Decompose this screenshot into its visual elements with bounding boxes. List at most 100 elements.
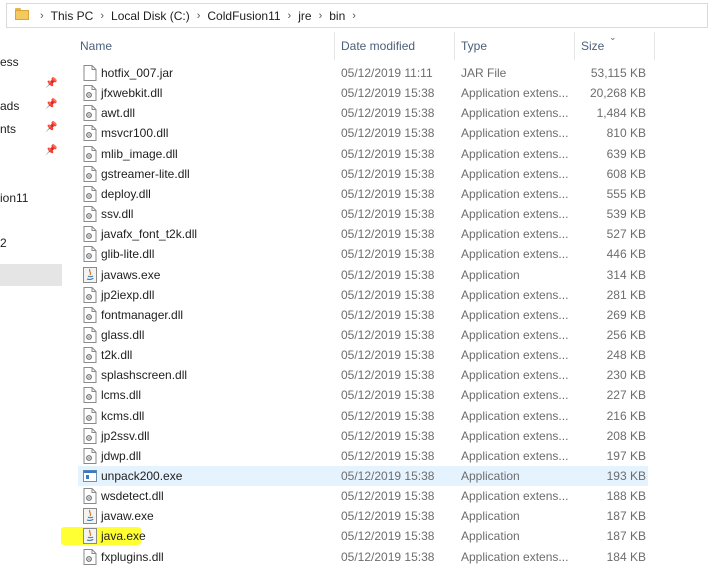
file-type: Application extens... (461, 408, 569, 423)
breadcrumb-this-pc[interactable]: This PC (51, 9, 94, 23)
nav-item[interactable]: 2 (0, 233, 62, 253)
file-type: Application (461, 529, 520, 544)
nav-item-selected[interactable] (0, 264, 62, 286)
file-date-modified: 05/12/2019 15:38 (341, 368, 435, 383)
column-header: Name Date modified Type Size ⌄ (62, 32, 710, 60)
file-row[interactable]: javaws.exe 05/12/2019 15:38 Application 314… (78, 265, 648, 285)
file-row[interactable]: splashscreen.dll 05/12/2019 15:38 Applicat… (78, 365, 648, 385)
nav-item-label: ess (0, 55, 19, 69)
dll-icon (83, 145, 97, 162)
file-row[interactable]: unpack200.exe 05/12/2019 15:38 Application… (78, 466, 648, 486)
dll-icon (83, 488, 97, 505)
file-name: javafx_font_t2k.dll (101, 227, 198, 242)
file-name: jdwp.dll (101, 448, 142, 463)
file-row[interactable]: jp2ssv.dll 05/12/2019 15:38 Application ex… (78, 426, 648, 446)
file-size: 269 KB (606, 307, 646, 322)
file-size: 446 KB (606, 247, 646, 262)
file-name: splashscreen.dll (101, 368, 188, 383)
chevron-right-icon[interactable]: › (345, 10, 363, 22)
file-date-modified: 05/12/2019 15:38 (341, 549, 435, 564)
file-type: Application extens... (461, 166, 569, 181)
file-row[interactable]: fxplugins.dll 05/12/2019 15:38 Application… (78, 547, 648, 567)
file-row[interactable]: lcms.dll 05/12/2019 15:38 Application exte… (78, 385, 648, 405)
file-name: mlib_image.dll (101, 146, 178, 161)
file-type: Application (461, 509, 520, 524)
file-type: Application extens... (461, 287, 569, 302)
column-date-modified[interactable]: Date modified (335, 32, 455, 60)
file-date-modified: 05/12/2019 15:38 (341, 469, 435, 483)
file-row[interactable]: mlib_image.dll 05/12/2019 15:38 Applicatio… (78, 144, 648, 164)
chevron-right-icon[interactable]: › (281, 10, 299, 22)
sort-descending-icon: ⌄ (609, 32, 617, 42)
dll-icon (83, 185, 97, 202)
file-size: 53,115 KB (590, 66, 646, 80)
file-icon (83, 65, 97, 81)
chevron-right-icon[interactable]: › (190, 10, 208, 22)
file-row[interactable]: wsdetect.dll 05/12/2019 15:38 Application … (78, 486, 648, 506)
file-row[interactable]: javafx_font_t2k.dll 05/12/2019 15:38 Appli… (78, 224, 648, 244)
dll-icon (83, 165, 97, 182)
file-date-modified: 05/12/2019 15:38 (341, 388, 435, 403)
nav-item[interactable]: 📌 (0, 75, 62, 95)
file-size: 208 KB (606, 428, 646, 443)
dll-icon (83, 367, 97, 384)
nav-item[interactable]: ess (0, 52, 62, 72)
file-row[interactable]: hotfix_007.jar 05/12/2019 11:11 JAR File 53… (78, 63, 648, 83)
file-type: Application extens... (461, 207, 569, 222)
file-name: ssv.dll (101, 207, 134, 222)
pin-icon[interactable]: 📌 (45, 79, 57, 89)
file-row[interactable]: glib-lite.dll 05/12/2019 15:38 Application… (78, 244, 648, 264)
file-row[interactable]: deploy.dll 05/12/2019 15:38 Application ex… (78, 184, 648, 204)
file-row[interactable]: jfxwebkit.dll 05/12/2019 15:38 Application… (78, 83, 648, 103)
file-row[interactable]: java.exe 05/12/2019 15:38 Application 187 K… (61, 526, 648, 546)
breadcrumb-coldfusion11[interactable]: ColdFusion11 (207, 9, 280, 23)
file-row[interactable]: jp2iexp.dll 05/12/2019 15:38 Application e… (78, 285, 648, 305)
file-row[interactable]: gstreamer-lite.dll 05/12/2019 15:38 Applic… (78, 164, 648, 184)
file-row[interactable]: ssv.dll 05/12/2019 15:38 Application exten… (78, 204, 648, 224)
chevron-right-icon[interactable]: › (93, 10, 111, 22)
file-row[interactable]: jdwp.dll 05/12/2019 15:38 Application exte… (78, 446, 648, 466)
navigation-pane: ess 📌 ads 📌 nts 📌 📌 ion11 2 (0, 32, 62, 573)
nav-item-label: nts (0, 122, 17, 136)
file-date-modified: 05/12/2019 11:11 (341, 66, 433, 80)
file-size: 187 KB (606, 509, 646, 524)
column-name[interactable]: Name (74, 32, 335, 60)
nav-item[interactable]: ads 📌 (0, 96, 62, 116)
file-name: kcms.dll (101, 408, 145, 423)
file-size: 193 KB (606, 469, 646, 483)
file-type: Application extens... (461, 247, 569, 262)
nav-item[interactable]: 📌 (0, 142, 62, 162)
nav-item[interactable]: ion11 (0, 188, 62, 208)
file-name: deploy.dll (101, 186, 151, 201)
file-date-modified: 05/12/2019 15:38 (341, 146, 435, 161)
file-size: 20,268 KB (589, 86, 646, 101)
file-row[interactable]: kcms.dll 05/12/2019 15:38 Application exte… (78, 406, 648, 426)
address-box[interactable]: › This PC › Local Disk (C:) › ColdFusion… (6, 3, 708, 28)
dll-icon (83, 447, 97, 464)
file-row[interactable]: fontmanager.dll 05/12/2019 15:38 Applicati… (78, 305, 648, 325)
chevron-right-icon[interactable]: › (33, 10, 51, 22)
file-row[interactable]: javaw.exe 05/12/2019 15:38 Application 187 … (78, 506, 648, 526)
dll-icon (83, 387, 97, 404)
breadcrumb-local-disk[interactable]: Local Disk (C:) (111, 9, 190, 23)
breadcrumb-bin[interactable]: bin (329, 9, 345, 23)
column-type[interactable]: Type (455, 32, 575, 60)
file-row[interactable]: awt.dll 05/12/2019 15:38 Application exten… (78, 103, 648, 123)
pin-icon[interactable]: 📌 (45, 146, 57, 156)
dll-icon (83, 105, 97, 122)
file-row[interactable]: t2k.dll 05/12/2019 15:38 Application exten… (78, 345, 648, 365)
file-type: JAR File (461, 66, 507, 80)
pin-icon[interactable]: 📌 (45, 123, 57, 133)
file-size: 230 KB (606, 368, 646, 383)
dll-icon (83, 85, 97, 102)
chevron-right-icon[interactable]: › (312, 10, 330, 22)
breadcrumb-jre[interactable]: jre (298, 9, 311, 23)
file-type: Application extens... (461, 106, 569, 121)
file-size: 216 KB (606, 408, 646, 423)
file-row[interactable]: msvcr100.dll 05/12/2019 15:38 Application … (78, 123, 648, 143)
file-size: 188 KB (606, 489, 646, 504)
pin-icon[interactable]: 📌 (45, 100, 57, 110)
file-row[interactable]: glass.dll 05/12/2019 15:38 Application ext… (78, 325, 648, 345)
file-name: msvcr100.dll (101, 126, 169, 141)
nav-item[interactable]: nts 📌 (0, 119, 62, 139)
